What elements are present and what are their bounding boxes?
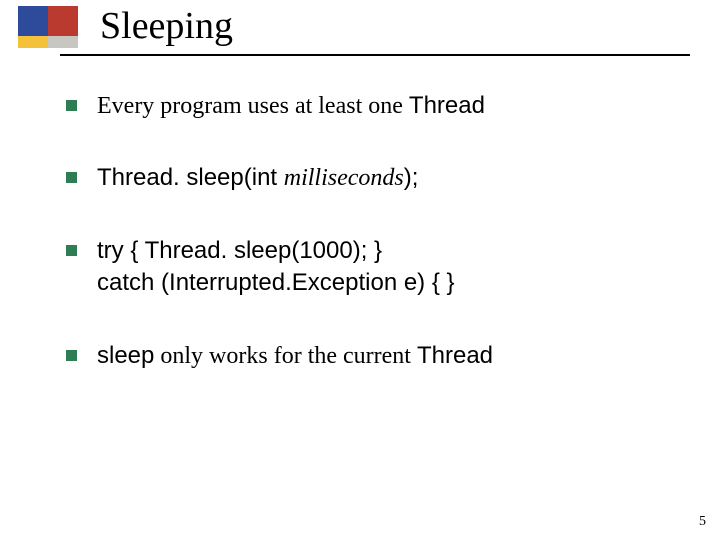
bullet-text-part: Thread <box>417 342 493 369</box>
bullet-item: try { Thread. sleep(1000); } catch (Inter… <box>66 235 680 300</box>
bullet-text-part: only works for the current <box>154 343 417 369</box>
bullet-item: Thread. sleep(int milliseconds); <box>66 162 680 194</box>
bullet-text-part: milliseconds <box>284 165 404 191</box>
logo-gray-bar <box>48 36 78 48</box>
page-number: 5 <box>699 514 706 530</box>
bullet-text-part: catch (Interrupted.Exception e) { } <box>97 269 455 296</box>
title-underline <box>60 54 690 56</box>
bullet-text: Every program uses at least one Thread <box>97 90 680 122</box>
bullet-marker-icon <box>66 100 77 111</box>
bullet-text: sleep only works for the current Thread <box>97 340 680 372</box>
bullet-text: Thread. sleep(int milliseconds); <box>97 162 680 194</box>
bullet-text-part: sleep <box>97 342 154 369</box>
slide-title: Sleeping <box>100 4 233 48</box>
slide-logo <box>18 6 82 54</box>
logo-red-square <box>48 6 78 36</box>
logo-yellow-bar <box>18 36 48 48</box>
bullet-marker-icon <box>66 172 77 183</box>
bullet-text-part: try { Thread. sleep(1000); } <box>97 237 382 264</box>
bullet-item: Every program uses at least one Thread <box>66 90 680 122</box>
bullet-text: try { Thread. sleep(1000); } catch (Inter… <box>97 235 680 300</box>
bullet-list: Every program uses at least one ThreadTh… <box>66 90 680 412</box>
bullet-text-part: ); <box>404 164 419 191</box>
logo-blue-square <box>18 6 48 36</box>
bullet-item: sleep only works for the current Thread <box>66 340 680 372</box>
bullet-text-part: Thread <box>409 92 485 119</box>
bullet-marker-icon <box>66 245 77 256</box>
bullet-marker-icon <box>66 350 77 361</box>
bullet-text-part: Thread. sleep(int <box>97 164 284 191</box>
bullet-text-part: Every program uses at least one <box>97 93 409 119</box>
